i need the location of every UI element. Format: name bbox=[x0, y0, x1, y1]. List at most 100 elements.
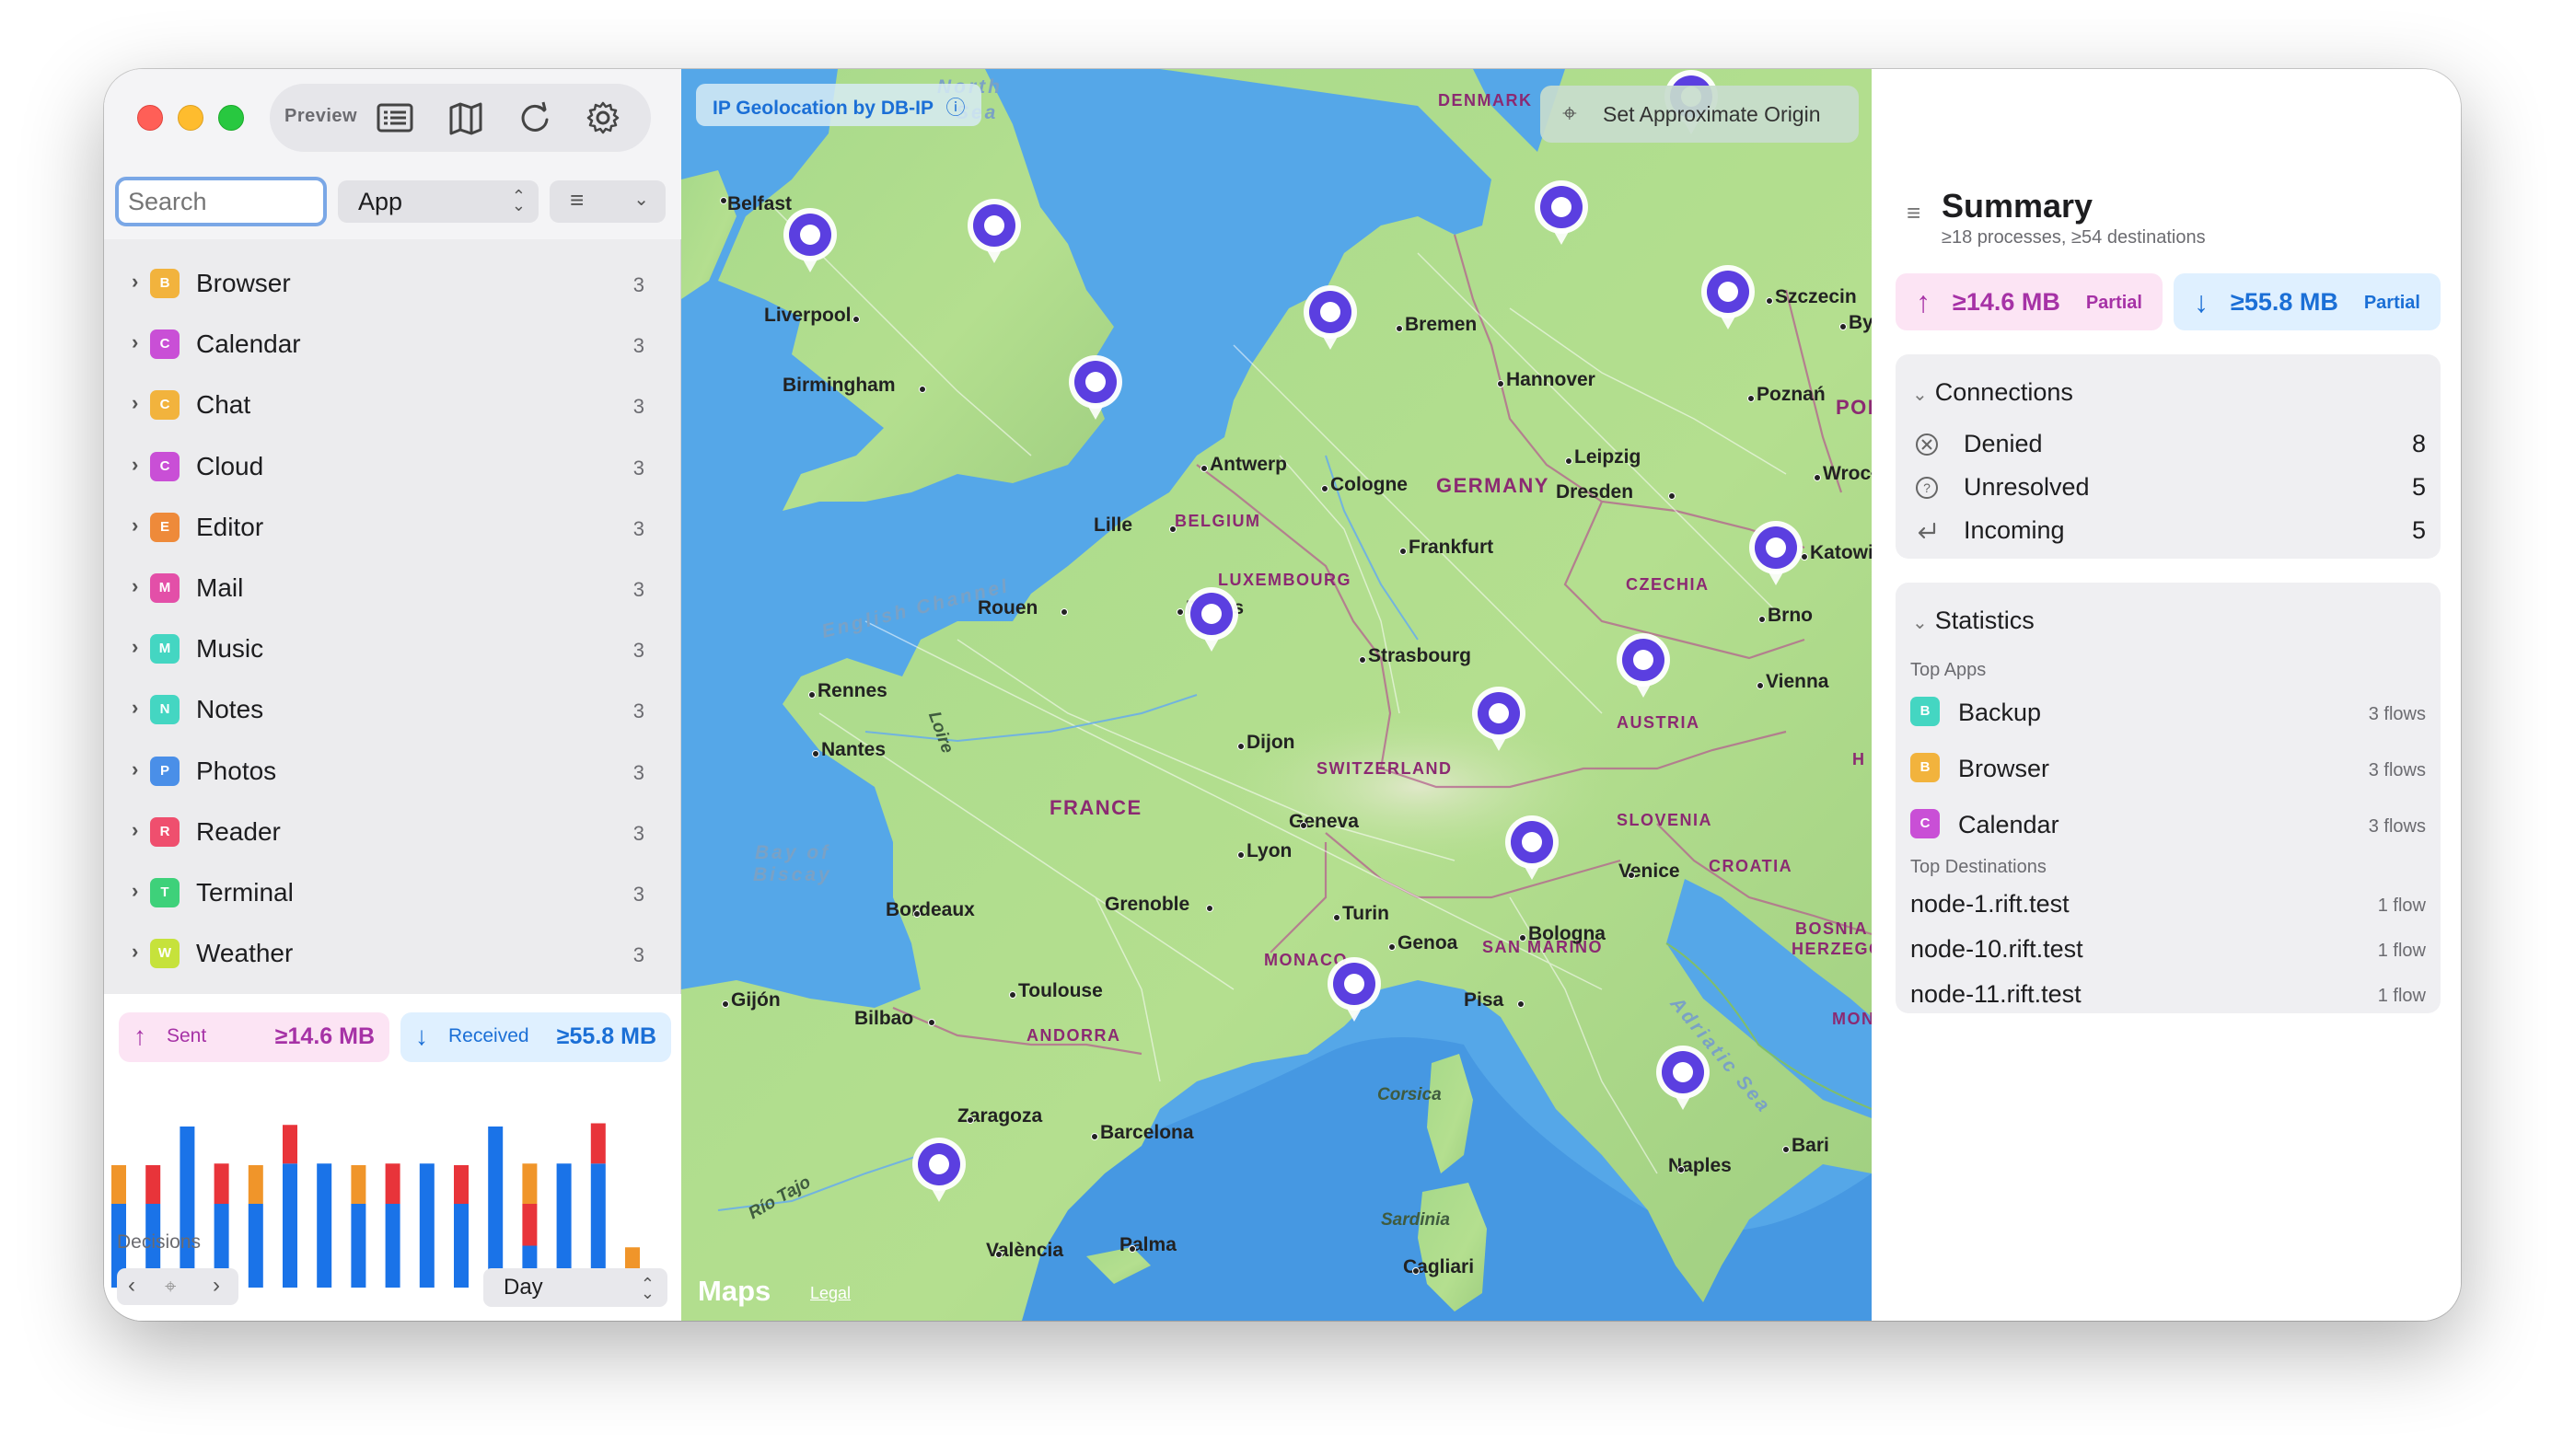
city-label: Geneva bbox=[1289, 811, 1359, 832]
location-pin[interactable] bbox=[1699, 263, 1757, 331]
app-count: 3 bbox=[632, 456, 644, 480]
city-label: Bremen bbox=[1405, 314, 1478, 335]
chevron-right-icon[interactable]: › bbox=[132, 574, 138, 598]
location-pin[interactable] bbox=[910, 1136, 968, 1204]
minimize-window-button[interactable] bbox=[178, 105, 203, 131]
location-pin[interactable] bbox=[1654, 1044, 1711, 1112]
current-period-icon[interactable]: ⌖ bbox=[165, 1275, 176, 1299]
app-row[interactable]: › N Notes 3 bbox=[104, 679, 681, 740]
svg-text:?: ? bbox=[1923, 480, 1931, 495]
city-label: Poznań bbox=[1757, 384, 1826, 405]
app-row[interactable]: › B Browser 3 bbox=[104, 253, 681, 314]
traffic-panel: ↑ Sent ≥14.6 MB ↓ Received ≥55.8 MB Deci… bbox=[104, 994, 681, 1321]
app-row[interactable]: › P Photos 3 bbox=[104, 741, 681, 802]
search-input[interactable] bbox=[115, 177, 327, 226]
chevron-right-icon[interactable]: › bbox=[132, 453, 138, 477]
filter-menu-button[interactable]: ≡ ⌄ bbox=[550, 180, 666, 223]
legal-link[interactable]: Legal bbox=[810, 1284, 851, 1303]
city-dot bbox=[1782, 1146, 1790, 1153]
location-pin[interactable] bbox=[1503, 814, 1560, 882]
next-period-button[interactable]: › bbox=[213, 1273, 220, 1299]
destination-flows: 1 flow bbox=[2377, 986, 2426, 1006]
app-badge: B bbox=[150, 269, 180, 298]
location-pin[interactable] bbox=[1533, 179, 1590, 247]
summary-sent-value: ≥14.6 MB bbox=[1953, 288, 2060, 316]
info-circle-icon[interactable]: ⓘ bbox=[945, 98, 965, 119]
settings-gear-icon[interactable] bbox=[584, 99, 622, 136]
map-icon[interactable] bbox=[446, 99, 485, 136]
zoom-window-button[interactable] bbox=[218, 105, 244, 131]
country-label: H bbox=[1852, 750, 1866, 768]
chevron-right-icon[interactable]: › bbox=[132, 879, 138, 903]
sent-pill: ↑ Sent ≥14.6 MB bbox=[119, 1012, 389, 1062]
chevron-right-icon[interactable]: › bbox=[132, 757, 138, 781]
chevron-right-icon[interactable]: › bbox=[132, 696, 138, 720]
city-dot bbox=[1061, 608, 1068, 616]
chevron-down-icon: ⌄ bbox=[1912, 613, 1928, 633]
app-row[interactable]: › W Weather 3 bbox=[104, 923, 681, 984]
top-app-row[interactable]: B Backup 3 flows bbox=[1910, 695, 2426, 732]
connection-row-incoming[interactable]: Incoming 5 bbox=[1914, 514, 2430, 551]
app-badge: B bbox=[1910, 753, 1940, 782]
location-pin[interactable] bbox=[966, 197, 1023, 265]
top-app-flows: 3 flows bbox=[2368, 816, 2426, 837]
city-label: Birmingham bbox=[783, 375, 896, 396]
geolocation-attribution[interactable]: IP Geolocation by DB-IP ⓘ bbox=[696, 84, 982, 126]
connections-header[interactable]: ⌄ Connections bbox=[1912, 378, 2073, 407]
connection-count: 5 bbox=[2411, 473, 2426, 501]
chevron-right-icon[interactable]: › bbox=[132, 940, 138, 964]
received-value: ≥55.8 MB bbox=[556, 1023, 656, 1049]
top-app-row[interactable]: C Calendar 3 flows bbox=[1910, 807, 2426, 844]
app-row[interactable]: › M Mail 3 bbox=[104, 558, 681, 618]
location-pin[interactable] bbox=[782, 206, 839, 274]
close-window-button[interactable] bbox=[137, 105, 163, 131]
top-destination-row[interactable]: node-1.rift.test 1 flow bbox=[1910, 890, 2426, 923]
app-row[interactable]: › T Terminal 3 bbox=[104, 862, 681, 923]
set-origin-button[interactable]: ⌖ Set Approximate Origin bbox=[1540, 86, 1859, 143]
top-app-row[interactable]: B Browser 3 flows bbox=[1910, 751, 2426, 788]
chevron-right-icon[interactable]: › bbox=[132, 330, 138, 354]
app-row[interactable]: › M Music 3 bbox=[104, 618, 681, 679]
chevron-right-icon[interactable]: › bbox=[132, 818, 138, 842]
location-pin[interactable] bbox=[1747, 519, 1804, 587]
app-badge: C bbox=[150, 451, 180, 481]
app-row[interactable]: › R Reader 3 bbox=[104, 802, 681, 862]
location-pin[interactable] bbox=[1326, 955, 1383, 1023]
connection-row-denied[interactable]: Denied 8 bbox=[1914, 428, 2430, 465]
city-dot bbox=[1396, 325, 1403, 332]
app-row[interactable]: › E Editor 3 bbox=[104, 497, 681, 558]
city-dot bbox=[967, 1116, 974, 1124]
chevron-right-icon[interactable]: › bbox=[132, 270, 138, 294]
question-icon: ? bbox=[1916, 477, 1938, 499]
location-pin[interactable] bbox=[1067, 353, 1124, 422]
city-dot bbox=[1237, 743, 1245, 750]
received-label: Received bbox=[448, 1025, 529, 1046]
previous-period-button[interactable]: ‹ bbox=[128, 1273, 135, 1299]
chevron-right-icon[interactable]: › bbox=[132, 514, 138, 537]
range-select[interactable]: Day ⌃ ⌄ bbox=[483, 1268, 667, 1307]
chevron-right-icon[interactable]: › bbox=[132, 391, 138, 415]
map-view[interactable]: NorthSeaEnglish ChannelBay ofBiscayAdria… bbox=[681, 69, 1872, 1321]
statistics-header[interactable]: ⌄ Statistics bbox=[1912, 607, 2035, 635]
location-pin[interactable] bbox=[1470, 685, 1527, 753]
crosshair-icon: ⌖ bbox=[1562, 98, 1577, 127]
group-by-select[interactable]: App ⌃ ⌄ bbox=[338, 180, 539, 223]
city-dot bbox=[1359, 656, 1366, 664]
app-row[interactable]: › C Calendar 3 bbox=[104, 314, 681, 375]
chart-bar-segment bbox=[385, 1163, 400, 1204]
chevron-right-icon[interactable]: › bbox=[132, 635, 138, 659]
app-name: Reader bbox=[196, 816, 281, 846]
connection-row-unresolved[interactable]: ? Unresolved 5 bbox=[1914, 471, 2430, 508]
city-dot bbox=[1206, 905, 1213, 912]
app-name: Weather bbox=[196, 939, 294, 968]
location-pin[interactable] bbox=[1615, 631, 1672, 699]
top-destination-row[interactable]: node-11.rift.test 1 flow bbox=[1910, 980, 2426, 1013]
app-row[interactable]: › C Cloud 3 bbox=[104, 436, 681, 497]
location-pin[interactable] bbox=[1183, 585, 1240, 653]
list-view-icon[interactable] bbox=[376, 99, 414, 136]
top-destination-row[interactable]: node-10.rift.test 1 flow bbox=[1910, 935, 2426, 968]
refresh-icon[interactable] bbox=[516, 99, 554, 136]
app-name: Editor bbox=[196, 512, 264, 541]
location-pin[interactable] bbox=[1302, 283, 1359, 352]
app-row[interactable]: › C Chat 3 bbox=[104, 375, 681, 435]
